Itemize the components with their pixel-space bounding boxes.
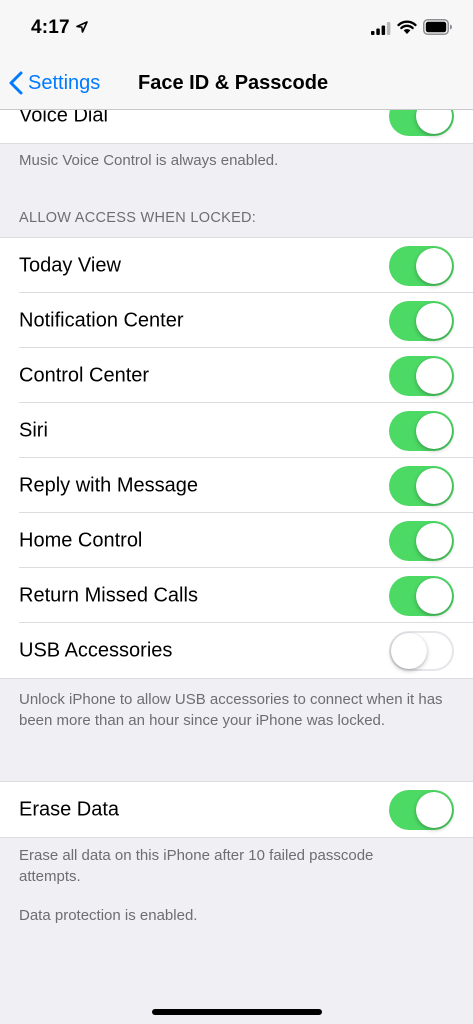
- toggle-knob: [416, 522, 452, 559]
- today-view-cell[interactable]: Today View: [0, 238, 473, 293]
- usb-accessories-cell[interactable]: USB Accessories: [0, 623, 473, 678]
- erase-data-toggle[interactable]: [389, 789, 454, 830]
- return-missed-calls-toggle[interactable]: [389, 575, 454, 616]
- control-center-label: Control Center: [19, 364, 150, 386]
- toggle-knob: [416, 791, 452, 828]
- battery-icon: [423, 19, 452, 35]
- control-center-toggle[interactable]: [389, 355, 454, 396]
- erase-data-cell[interactable]: Erase Data: [0, 782, 473, 837]
- divider: [0, 837, 473, 838]
- erase-data-label: Erase Data: [19, 798, 120, 820]
- return-missed-calls-cell[interactable]: Return Missed Calls: [0, 568, 473, 623]
- toggle-knob: [416, 577, 452, 614]
- page-title: Face ID & Passcode: [138, 72, 329, 94]
- back-button-label: Settings: [28, 71, 101, 94]
- siri-cell[interactable]: Siri: [0, 403, 473, 458]
- notification-center-cell[interactable]: Notification Center: [0, 293, 473, 348]
- divider: [0, 678, 473, 679]
- toggle-knob: [416, 412, 452, 449]
- control-center-cell[interactable]: Control Center: [0, 348, 473, 403]
- reply-with-message-cell[interactable]: Reply with Message: [0, 458, 473, 513]
- toggle-knob: [416, 467, 452, 504]
- home-control-cell[interactable]: Home Control: [0, 513, 473, 568]
- locked-section-header: ALLOW ACCESS WHEN LOCKED:: [19, 210, 257, 226]
- status-bar: 4:17: [0, 0, 473, 58]
- notification-center-toggle[interactable]: [389, 300, 454, 341]
- notification-center-label: Notification Center: [19, 309, 184, 331]
- reply-with-message-label: Reply with Message: [19, 474, 198, 496]
- home-control-toggle[interactable]: [389, 520, 454, 561]
- toggle-knob: [416, 357, 452, 394]
- wifi-icon: [397, 20, 417, 34]
- chevron-left-icon: [9, 71, 23, 95]
- siri-toggle[interactable]: [389, 410, 454, 451]
- usb-accessories-label: USB Accessories: [19, 639, 173, 661]
- toggle-knob: [391, 632, 427, 669]
- home-indicator[interactable]: [152, 1009, 322, 1015]
- toggle-knob: [416, 302, 452, 339]
- cellular-signal-icon: [371, 22, 391, 35]
- data-protection-footer: Data protection is enabled.: [19, 907, 198, 924]
- location-arrow-icon: [76, 21, 88, 33]
- return-missed-calls-label: Return Missed Calls: [19, 584, 198, 606]
- today-view-label: Today View: [19, 254, 121, 276]
- today-view-toggle[interactable]: [389, 245, 454, 286]
- status-time: 4:17: [31, 17, 70, 38]
- voice-footer: Music Voice Control is always enabled.: [19, 152, 279, 169]
- usb-footer: Unlock iPhone to allow USB accessories t…: [19, 691, 443, 729]
- siri-label: Siri: [19, 419, 48, 441]
- divider: [0, 143, 473, 144]
- toggle-knob: [416, 247, 452, 284]
- home-control-label: Home Control: [19, 529, 143, 551]
- navigation-bar: Settings Face ID & Passcode: [0, 58, 473, 110]
- erase-footer: Erase all data on this iPhone after 10 f…: [19, 847, 374, 885]
- usb-accessories-toggle[interactable]: [389, 630, 454, 671]
- reply-with-message-toggle[interactable]: [389, 465, 454, 506]
- back-button[interactable]: Settings: [9, 67, 100, 99]
